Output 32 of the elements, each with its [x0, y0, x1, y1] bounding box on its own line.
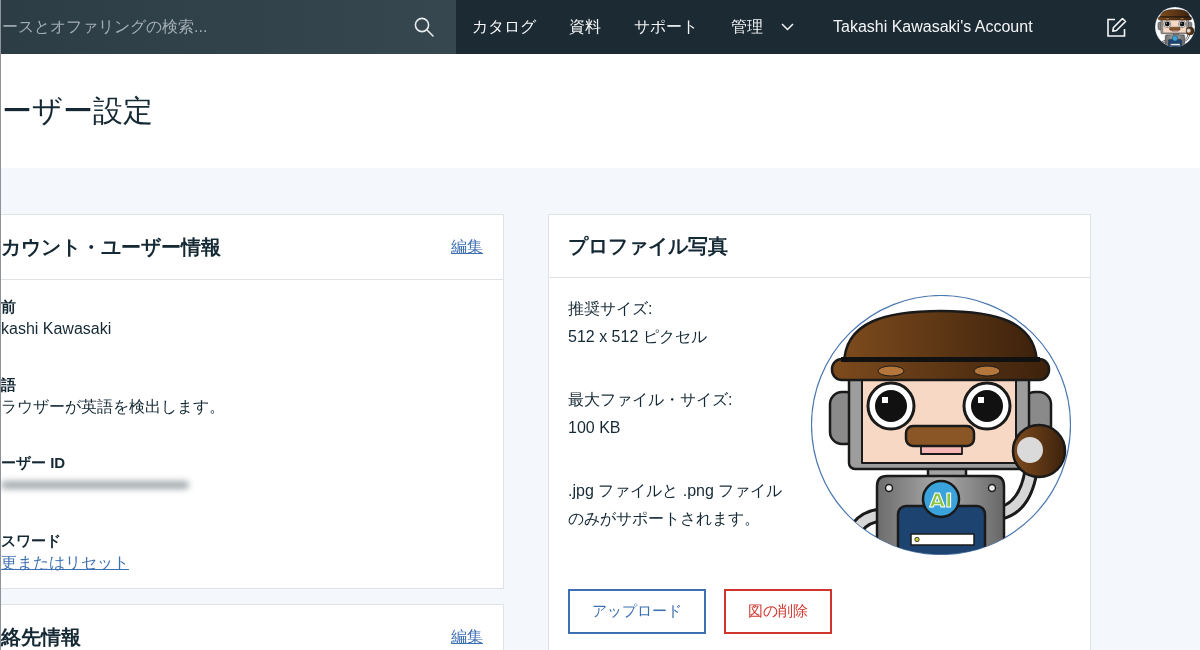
card-title: 絡先情報: [1, 625, 81, 650]
edit-link[interactable]: 編集: [451, 236, 483, 258]
search-field[interactable]: ースとオファリングの検索...: [2, 15, 404, 39]
field-link[interactable]: 更またはリセット: [1, 551, 129, 575]
card-title: プロファイル写真: [568, 234, 728, 259]
nav-link[interactable]: Takashi Kawasaki's Account: [833, 16, 1033, 38]
file-type-note: .jpg ファイルと .png ファイルのみがサポートされます。: [568, 481, 784, 529]
spec-value: 100 KB: [568, 418, 621, 438]
spec-label: 最大ファイル・サイズ:: [568, 390, 733, 410]
field-value: ラウザーが英語を検出します。: [1, 397, 225, 417]
upload-button[interactable]: アップロード: [568, 589, 706, 634]
edit-icon[interactable]: [1106, 16, 1127, 38]
nav-link[interactable]: 資料: [569, 16, 601, 38]
page-title: ーザー設定: [2, 93, 153, 129]
card-title: カウント・ユーザー情報: [1, 235, 221, 260]
edit-link[interactable]: 編集: [451, 626, 483, 648]
field-label: 前: [1, 297, 16, 317]
search-icon[interactable]: [414, 17, 434, 37]
field-label: ーザー ID: [1, 453, 66, 473]
badge-label: AI: [929, 487, 953, 512]
nav-link[interactable]: サポート: [634, 16, 698, 38]
spec-value: 512 x 512 ピクセル: [568, 327, 707, 347]
nav-menu-button[interactable]: 管理: [731, 16, 800, 38]
nav-link[interactable]: カタログ: [472, 16, 536, 38]
field-label: スワード: [1, 531, 61, 551]
chevron-down-icon: [781, 23, 794, 31]
robot-avatar-icon[interactable]: [1155, 7, 1195, 47]
field-label: 語: [1, 375, 16, 395]
search-bar[interactable]: ースとオファリングの検索...: [1, 0, 456, 54]
field-value: kashi Kawasaki: [1, 319, 112, 339]
delete-button[interactable]: 図の削除: [724, 589, 832, 634]
spec-label: 推奨サイズ:: [568, 299, 653, 319]
